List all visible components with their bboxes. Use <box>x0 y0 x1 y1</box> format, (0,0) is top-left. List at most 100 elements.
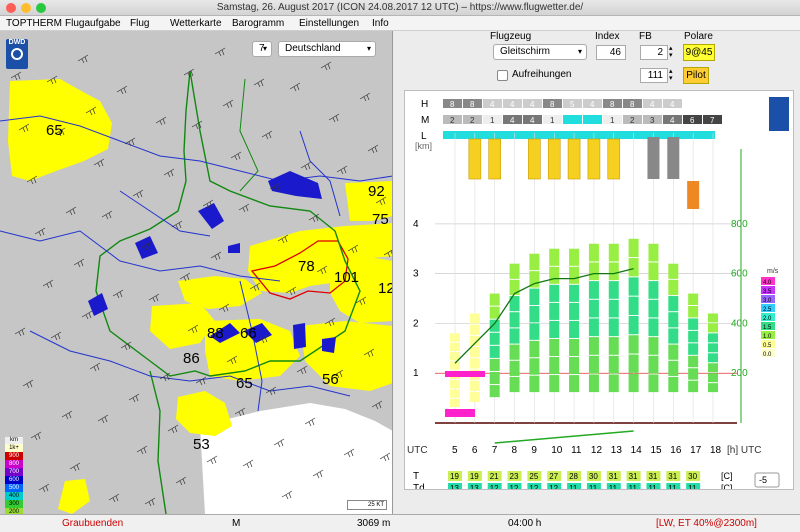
index-label: Index <box>595 31 620 42</box>
pilot-button[interactable]: Pilot <box>683 67 709 84</box>
climb-legend-label: 4.0 <box>763 280 772 286</box>
thermal-cell <box>608 337 619 355</box>
thermal-cell <box>469 391 480 403</box>
map-legend-unit: km <box>10 437 18 443</box>
y-left-tick: 1 <box>413 368 419 379</box>
x-tick-label: 8 <box>512 445 518 456</box>
scale-label: 25 KT <box>367 502 384 508</box>
t-value: 31 <box>609 472 618 481</box>
thermal-cell <box>489 332 500 345</box>
sounding-chart-svg[interactable]: HML8 8 4 4 4 8 5 4 8 8 4 42 2 1 4 4 1 1 2 3 4 6 7[km]123420040… <box>405 91 793 494</box>
minimize-window-button[interactable] <box>21 3 31 13</box>
region-value-label: 92 <box>368 183 385 200</box>
thermal-cell <box>509 344 520 360</box>
index-field[interactable]: 46 <box>596 45 626 60</box>
thermal-cell <box>529 375 540 393</box>
aufreihungen-checkbox[interactable] <box>497 70 508 81</box>
y-right-tick: 800 <box>731 219 748 230</box>
cloud-cell-h-label: 4 <box>650 100 655 109</box>
thermal-cell <box>668 360 679 376</box>
pilot-label: Pilot <box>686 70 706 81</box>
thermal-cell <box>628 373 639 393</box>
y-left-tick: 2 <box>413 318 419 329</box>
thermal-cell <box>549 302 560 320</box>
map-canvas[interactable]: 65 92 75 78 101 12 88 66 86 65 56 53 <box>0 31 393 514</box>
thermal-cell <box>489 385 500 398</box>
td-value: 12 <box>529 484 538 489</box>
thermal-cell <box>509 263 520 279</box>
cumulus-column <box>587 138 601 180</box>
thermal-cell <box>509 360 520 376</box>
cloud-cell-h-label: 8 <box>470 100 475 109</box>
thermal-cell <box>628 335 639 354</box>
region-select[interactable]: Deutschland ▾ <box>278 41 376 57</box>
thermal-cell <box>608 318 619 337</box>
y-left-unit: [km] <box>415 141 432 151</box>
window-controls[interactable] <box>6 3 46 13</box>
x-tick-label: 15 <box>650 445 662 456</box>
cumulus-column <box>567 138 581 180</box>
thermal-cell <box>708 343 718 353</box>
menu-item-barogramm[interactable]: Barogramm <box>232 16 284 31</box>
menu-item-toptherm[interactable]: TOPTHERM <box>6 16 62 31</box>
cloud-row-label: M <box>421 115 429 126</box>
thermal-cell <box>529 323 540 340</box>
cumulus-column <box>528 138 541 180</box>
x-tick-label: 6 <box>472 445 478 456</box>
cloudbase-trend <box>494 430 634 444</box>
cloud-cell-m-label: 2 <box>450 116 455 125</box>
thermal-cell <box>588 374 599 393</box>
t-value: 30 <box>589 472 598 481</box>
close-window-button[interactable] <box>6 3 16 13</box>
x-tick-label: 7 <box>492 445 498 456</box>
value-111-field[interactable]: 111 <box>640 68 668 83</box>
thermal-cell <box>648 318 659 337</box>
status-time: 04:00 h <box>508 518 542 529</box>
chevron-updown-icon: ▾ <box>262 44 267 53</box>
x-tick-label: 13 <box>611 445 623 456</box>
cloud-cell-m-label: 2 <box>630 116 635 125</box>
fb-stepper[interactable]: ▴ ▾ <box>669 45 673 59</box>
zoom-select[interactable]: 7 ▾ <box>252 41 272 57</box>
cloud-cell-h-label: 8 <box>450 100 455 109</box>
flugzeug-value: Gleitschirm <box>500 46 551 57</box>
td-value: 11 <box>688 484 697 489</box>
zoom-window-button[interactable] <box>36 3 46 13</box>
cloud-cell-h-label: 8 <box>610 100 615 109</box>
td-value: 11 <box>569 484 578 489</box>
thermal-cell <box>569 375 580 393</box>
sounding-chart[interactable]: H M L 8 8 4 4 4 8 5 4 8 8 4 4 2 2 1 4 4 1 1 2 3 4 6 7 [km] 1 2 3 4 200 40… <box>404 90 794 494</box>
thermal-cell <box>628 238 639 258</box>
flugzeug-select[interactable]: Gleitschirm ▾ <box>493 44 587 60</box>
menu-item-info[interactable]: Info <box>372 16 389 31</box>
y-right-tick: 400 <box>731 318 748 329</box>
region-value-label: 66 <box>240 325 257 342</box>
x-tick-label: 5 <box>452 445 458 456</box>
thermal-cell <box>668 279 679 296</box>
thermal-cell <box>569 284 580 302</box>
climb-curve <box>454 268 634 364</box>
region-value-label: 78 <box>298 258 315 275</box>
scale-indicator: 25 KT <box>347 500 387 510</box>
cloud-cell-h-label: 4 <box>510 100 515 109</box>
map-legend-item: 400 <box>5 492 23 500</box>
flugzeug-label: Flugzeug <box>490 31 532 42</box>
td-value: 11 <box>629 484 638 489</box>
status-m: M <box>232 518 241 529</box>
map-pane[interactable]: 65 92 75 78 101 12 88 66 86 65 56 53 DWD 7▾ Deutsch… <box>0 31 393 514</box>
cloud-cell-m <box>583 115 602 124</box>
thermal-cell <box>648 243 659 262</box>
thermal-cell <box>668 312 679 328</box>
menu-item-flug[interactable]: Flug <box>130 16 149 31</box>
menu-item-einstellungen[interactable]: Einstellungen <box>299 16 359 31</box>
value-stepper[interactable]: ▴ ▾ <box>669 68 673 82</box>
region-value-label: 101 <box>334 269 359 286</box>
x-axis-unit: [h] UTC <box>727 445 761 456</box>
fb-field[interactable]: 2 <box>640 45 668 60</box>
td-value: 12 <box>549 484 558 489</box>
cloud-cell-h-label: 8 <box>550 100 555 109</box>
menu-item-flugaufgabe[interactable]: Flugaufgabe <box>65 16 121 31</box>
polare-button[interactable]: 9@45 <box>683 44 715 61</box>
menu-item-wetterkarte[interactable]: Wetterkarte <box>170 16 222 31</box>
y-right-tick: 200 <box>731 368 748 379</box>
